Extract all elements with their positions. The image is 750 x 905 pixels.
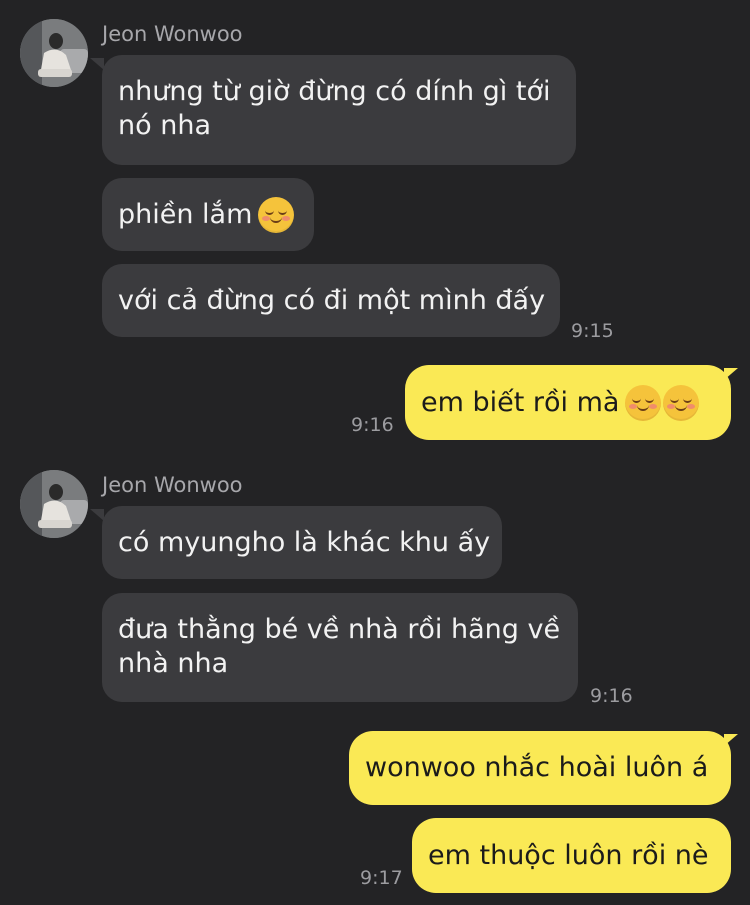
chat-conversation: Jeon Wonwoo nhưng từ giờ đừng có dính gì… xyxy=(0,0,750,905)
message-text: với cả đừng có đi một mình đấy xyxy=(118,284,546,316)
message-text: có myungho là khác khu ấy xyxy=(118,526,491,558)
sender-name: Jeon Wonwoo xyxy=(102,473,243,497)
smiling-face-icon xyxy=(258,196,295,233)
message-text: em thuộc luôn rồi nè xyxy=(428,839,709,871)
contact-avatar[interactable] xyxy=(20,19,88,87)
message-text: đưa thằng bé về nhà rồi hãng về nhà nha xyxy=(118,614,561,679)
avatar-photo xyxy=(20,19,88,87)
bubble-tail xyxy=(724,368,738,380)
sender-name: Jeon Wonwoo xyxy=(102,22,243,46)
message-text: em biết rồi mà xyxy=(421,386,620,418)
message-timestamp: 9:15 xyxy=(571,320,614,342)
message-bubble-outgoing[interactable]: em biết rồi mà xyxy=(405,365,731,440)
message-text: nhưng từ giờ đừng có dính gì tới nó nha xyxy=(118,76,551,141)
message-text: wonwoo nhắc hoài luôn á xyxy=(365,752,709,783)
message-timestamp: 9:17 xyxy=(360,867,403,889)
message-bubble-outgoing[interactable]: wonwoo nhắc hoài luôn á xyxy=(349,731,731,805)
message-bubble-incoming[interactable]: phiền lắm xyxy=(102,178,314,251)
message-bubble-incoming[interactable]: đưa thằng bé về nhà rồi hãng về nhà nha xyxy=(102,593,578,702)
smiling-face-icon xyxy=(625,384,662,421)
message-bubble-outgoing[interactable]: em thuộc luôn rồi nè xyxy=(412,818,731,893)
message-bubble-incoming[interactable]: có myungho là khác khu ấy xyxy=(102,506,502,579)
avatar-photo xyxy=(20,470,88,538)
contact-avatar[interactable] xyxy=(20,470,88,538)
smiling-face-icon xyxy=(663,384,700,421)
message-text: phiền lắm xyxy=(118,198,253,230)
message-timestamp: 9:16 xyxy=(351,414,394,436)
message-timestamp: 9:16 xyxy=(590,685,633,707)
message-bubble-incoming[interactable]: với cả đừng có đi một mình đấy xyxy=(102,264,560,337)
message-bubble-incoming[interactable]: nhưng từ giờ đừng có dính gì tới nó nha xyxy=(102,55,576,165)
bubble-tail xyxy=(724,734,738,746)
